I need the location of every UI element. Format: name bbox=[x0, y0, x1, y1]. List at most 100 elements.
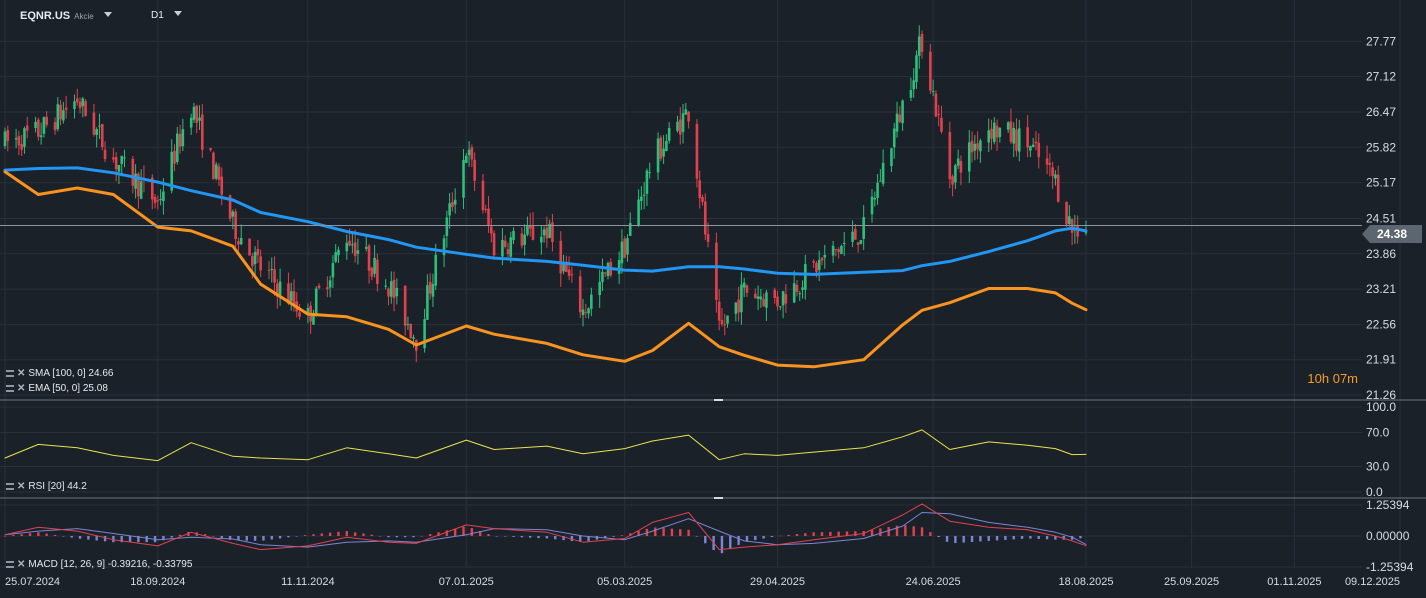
rsi-legend[interactable]: ✕ RSI [20] 44.2 bbox=[6, 481, 87, 492]
candle-body bbox=[842, 242, 846, 245]
candle-body bbox=[1054, 174, 1057, 179]
macd-histogram-bar bbox=[1029, 536, 1032, 539]
candle-body bbox=[181, 129, 185, 147]
candle-body bbox=[481, 180, 485, 211]
candle-body bbox=[976, 143, 979, 150]
candle-body bbox=[153, 196, 157, 203]
macd-histogram-bar bbox=[704, 536, 707, 544]
macd-histogram-bar bbox=[537, 536, 540, 539]
candle-body bbox=[776, 296, 779, 307]
macd-histogram-bar bbox=[145, 536, 148, 543]
candle-body bbox=[681, 113, 685, 133]
candle-body bbox=[237, 241, 240, 245]
candle-body bbox=[356, 250, 360, 254]
candle-body bbox=[73, 101, 76, 110]
candle-body bbox=[117, 164, 121, 172]
sma-legend-label: SMA [100, 0] 24.66 bbox=[28, 368, 114, 379]
symbol-selector[interactable]: EQNR.US Akcie bbox=[20, 10, 112, 22]
macd-histogram-bar bbox=[370, 534, 374, 536]
candle-body bbox=[376, 259, 379, 284]
candle-body bbox=[567, 269, 571, 276]
candle-body bbox=[506, 249, 510, 255]
candle-body bbox=[742, 282, 746, 288]
macd-histogram-bar bbox=[412, 536, 415, 538]
candle-body bbox=[253, 252, 257, 265]
remove-icon[interactable]: ✕ bbox=[17, 481, 25, 492]
macd-histogram-bar bbox=[270, 536, 273, 540]
macd-histogram-bar bbox=[1020, 536, 1024, 539]
x-tick-label: 29.04.2025 bbox=[750, 576, 805, 588]
chart-canvas[interactable]: 25.07.2024 18.09.2024 11.11.2024 07.01.2025… bbox=[0, 0, 1426, 598]
macd-histogram-bar bbox=[178, 534, 182, 536]
candle-body bbox=[112, 157, 115, 160]
grid bbox=[0, 0, 1426, 568]
settings-icon[interactable] bbox=[6, 385, 14, 392]
candle-body bbox=[801, 287, 804, 291]
macd-histogram-bar bbox=[320, 533, 323, 536]
candle-body bbox=[876, 182, 879, 198]
settings-icon[interactable] bbox=[6, 370, 14, 377]
candle-body bbox=[603, 272, 607, 274]
candle-body bbox=[195, 105, 199, 123]
remove-icon[interactable]: ✕ bbox=[17, 383, 25, 394]
candle-body bbox=[462, 159, 465, 198]
candle-body bbox=[856, 242, 860, 245]
candle-body bbox=[526, 225, 529, 235]
candle-body bbox=[934, 93, 938, 117]
remove-icon[interactable]: ✕ bbox=[17, 368, 25, 379]
macd-histogram-bar bbox=[970, 536, 974, 543]
candle-body bbox=[987, 130, 991, 143]
settings-icon[interactable] bbox=[6, 561, 14, 568]
candle-body bbox=[156, 200, 160, 202]
price-tick-label: 23.21 bbox=[1366, 282, 1396, 296]
timeframe-selector[interactable]: D1 bbox=[151, 10, 182, 21]
candle-body bbox=[367, 245, 371, 271]
candle-body bbox=[531, 225, 535, 240]
candle-body bbox=[540, 236, 543, 243]
macd-histogram-bar bbox=[545, 536, 549, 539]
macd-histogram-bar bbox=[170, 536, 173, 538]
macd-histogram-bar bbox=[220, 536, 223, 538]
candle-body bbox=[451, 201, 454, 208]
remove-icon[interactable]: ✕ bbox=[17, 559, 25, 570]
price-tick-label: 27.12 bbox=[1366, 70, 1396, 84]
candle-body bbox=[173, 150, 176, 164]
macd-line bbox=[4, 503, 1087, 551]
macd-histogram-bar bbox=[720, 536, 724, 554]
ema-legend[interactable]: ✕ EMA [50, 0] 25.08 bbox=[6, 383, 108, 394]
candle-body bbox=[1006, 122, 1010, 130]
candle-body bbox=[667, 128, 671, 141]
settings-icon[interactable] bbox=[6, 483, 14, 490]
candle-body bbox=[434, 254, 438, 286]
candle-body bbox=[740, 284, 743, 313]
candle-body bbox=[973, 143, 977, 151]
candle-body bbox=[706, 234, 710, 242]
macd-histogram-bar bbox=[812, 532, 815, 536]
candle-body bbox=[920, 34, 924, 52]
macd-legend[interactable]: ✕ MACD [12, 26, 9] -0.39216, -0.33795 bbox=[6, 559, 192, 570]
candle-body bbox=[831, 245, 835, 256]
macd-histogram-bar bbox=[954, 536, 957, 544]
macd-histogram-bar bbox=[687, 529, 690, 536]
candle-body bbox=[804, 264, 807, 290]
macd-histogram-bar bbox=[662, 528, 665, 536]
candle-body bbox=[384, 285, 388, 287]
macd-histogram-bar bbox=[945, 536, 949, 542]
symbol-dropdown-icon bbox=[103, 12, 112, 17]
candle-body bbox=[192, 106, 196, 120]
candle-body bbox=[256, 249, 260, 256]
macd-histogram-bar bbox=[920, 527, 924, 536]
candle-body bbox=[520, 233, 524, 246]
candle-body bbox=[892, 128, 896, 148]
candle-body bbox=[62, 110, 65, 121]
x-tick-label: 11.11.2024 bbox=[281, 576, 334, 588]
macd-histogram-bar bbox=[620, 535, 624, 536]
candle-body bbox=[834, 248, 838, 250]
macd-histogram-bar bbox=[495, 536, 499, 537]
candle-body bbox=[248, 238, 251, 256]
candle-body bbox=[6, 130, 10, 142]
candle-body bbox=[695, 123, 699, 179]
sma-legend[interactable]: ✕ SMA [100, 0] 24.66 bbox=[6, 368, 113, 379]
candle-body bbox=[715, 242, 718, 300]
candle-body bbox=[59, 104, 62, 120]
